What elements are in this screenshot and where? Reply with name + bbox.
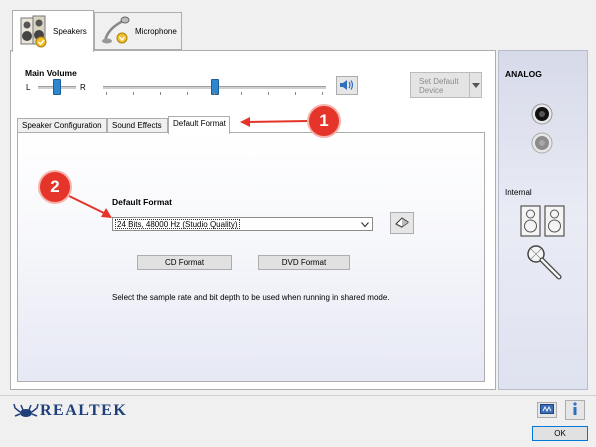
info-card-button[interactable] [537,402,557,418]
speaker-icon [19,14,49,50]
tab-speakers[interactable]: Speakers [12,10,94,52]
jack-black-icon[interactable] [531,103,553,127]
callout-1-badge: 1 [309,106,339,136]
internal-label: Internal [505,188,532,197]
realtek-brand: REALTEK [40,402,128,419]
card-icon [540,404,554,416]
info-button[interactable] [565,400,585,420]
internal-microphone-icon[interactable] [525,243,565,285]
callout-1-arrowhead [240,117,250,127]
footer-divider [0,395,596,396]
internal-speakers-icon[interactable] [519,204,567,240]
analog-title: ANALOG [505,69,542,79]
tab-default-format[interactable]: Default Format [168,116,230,134]
callout-2-arrow [66,194,109,216]
jack-grey-icon[interactable] [531,132,553,156]
realtek-crab-logo [13,402,39,422]
callout-1-arrow [242,120,309,123]
ok-button-label: OK [554,429,566,438]
ok-button[interactable]: OK [532,426,588,441]
callout-2-badge: 2 [40,172,70,202]
info-icon [570,402,580,418]
tab-speakers-label: Speakers [53,27,87,36]
tab-default-format-label: Default Format [173,119,226,128]
